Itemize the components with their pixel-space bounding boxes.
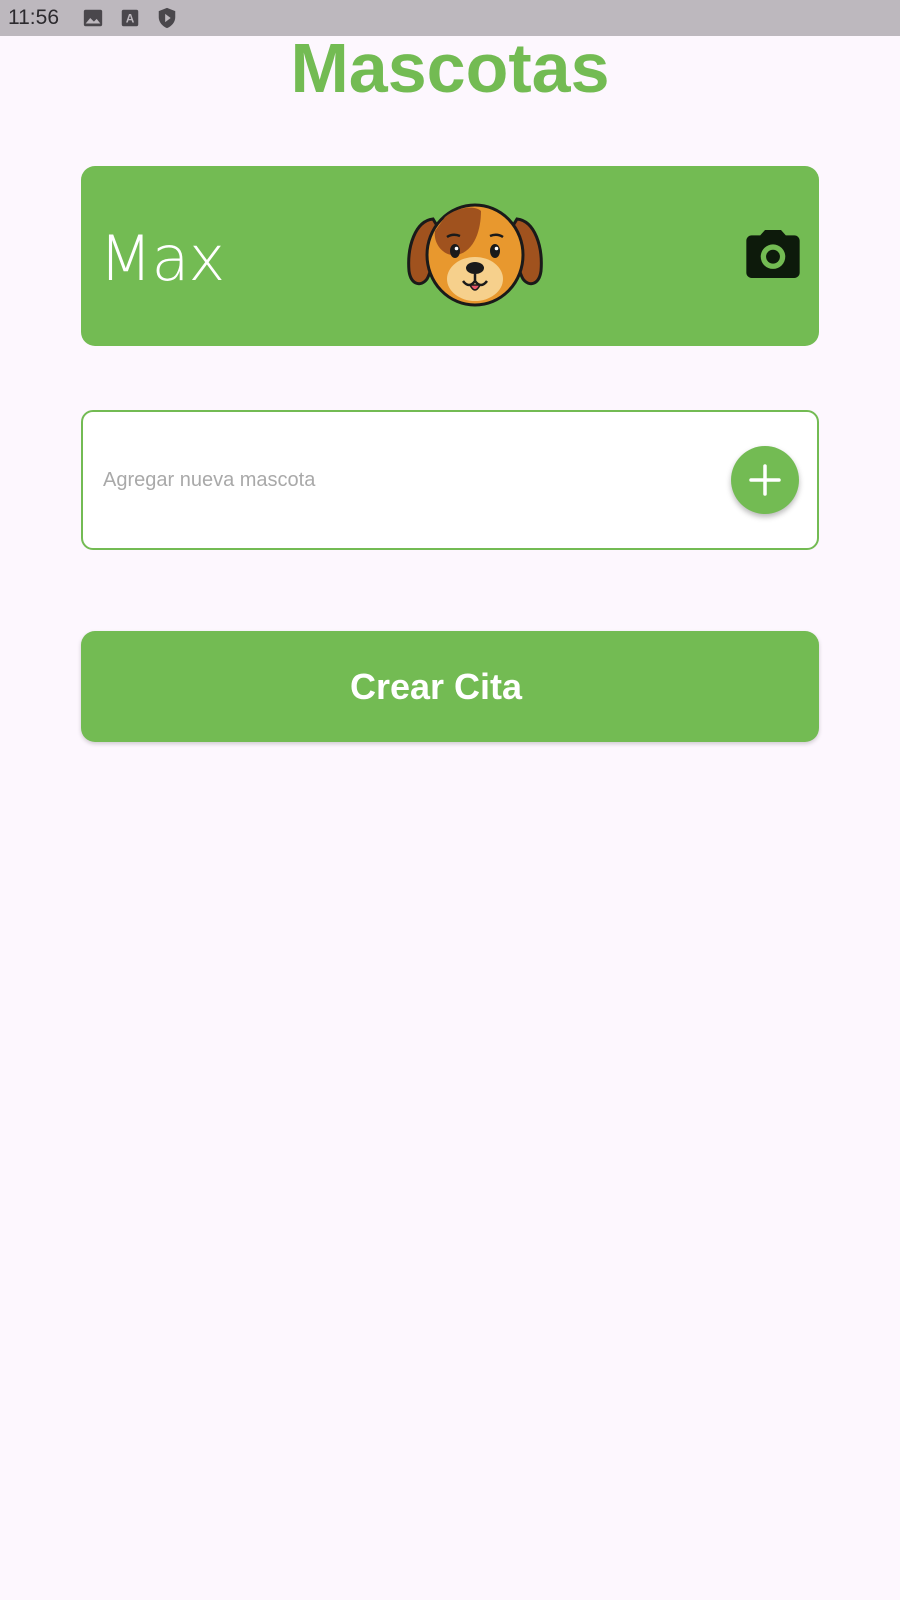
play-shield-icon (158, 7, 176, 29)
image-icon (83, 9, 103, 27)
camera-icon[interactable] (741, 222, 805, 286)
status-time: 11:56 (8, 6, 59, 29)
font-icon: A (121, 9, 139, 27)
dog-face-icon (407, 203, 543, 307)
plus-icon (749, 464, 781, 496)
svg-text:A: A (126, 12, 135, 26)
create-appointment-label: Crear Cita (349, 666, 523, 707)
pet-card[interactable]: Max (81, 166, 819, 346)
add-pet-input[interactable] (101, 456, 685, 504)
add-pet-field (81, 410, 819, 550)
pet-name: Max (99, 222, 225, 295)
create-appointment-button[interactable]: Crear Cita (81, 631, 819, 742)
page-title: Mascotas (290, 29, 610, 107)
add-pet-button[interactable] (731, 446, 799, 514)
